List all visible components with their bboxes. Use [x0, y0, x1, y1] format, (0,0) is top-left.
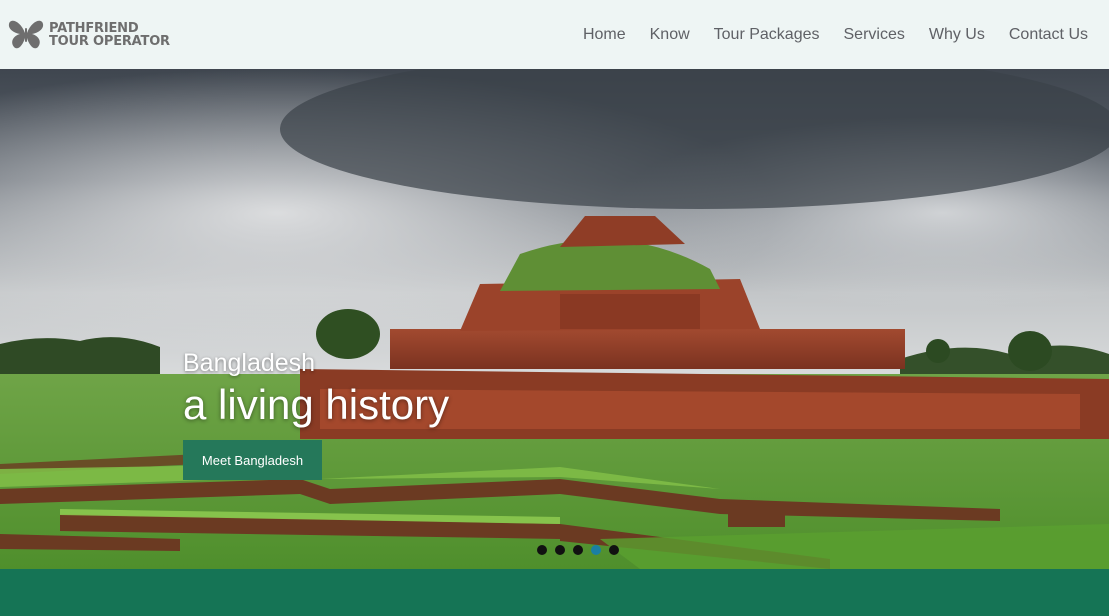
butterfly-logo-icon [8, 20, 44, 48]
slider-dot-2[interactable] [555, 545, 565, 555]
slider-dot-3[interactable] [573, 545, 583, 555]
nav-item-why-us[interactable]: Why Us [917, 26, 997, 44]
slider-dot-5[interactable] [609, 545, 619, 555]
slider-dot-4-active[interactable] [591, 545, 601, 555]
hero-slider: Bangladesh a living history Meet Banglad… [0, 69, 1109, 569]
nav-item-home[interactable]: Home [571, 26, 638, 44]
nav-item-know[interactable]: Know [638, 26, 702, 44]
meet-bangladesh-button[interactable]: Meet Bangladesh [183, 440, 322, 480]
section-band [0, 569, 1109, 616]
hero-background-image [0, 69, 1109, 569]
slider-dot-1[interactable] [537, 545, 547, 555]
slider-dots [537, 545, 619, 555]
brand-logo[interactable]: PATHFRIEND TOUR OPERATOR [8, 18, 170, 52]
nav-item-services[interactable]: Services [832, 26, 917, 44]
hero-subtitle: Bangladesh [183, 349, 316, 377]
brand-name-line1: PATHFRIEND [49, 20, 139, 36]
nav-item-tour-packages[interactable]: Tour Packages [702, 26, 832, 44]
main-nav: Home Know Tour Packages Services Why Us … [571, 26, 1100, 44]
brand-name-line2: TOUR OPERATOR [49, 33, 170, 49]
hero-title: a living history [183, 381, 450, 428]
site-header: PATHFRIEND TOUR OPERATOR Home Know Tour … [0, 0, 1109, 69]
nav-item-contact-us[interactable]: Contact Us [997, 26, 1100, 44]
